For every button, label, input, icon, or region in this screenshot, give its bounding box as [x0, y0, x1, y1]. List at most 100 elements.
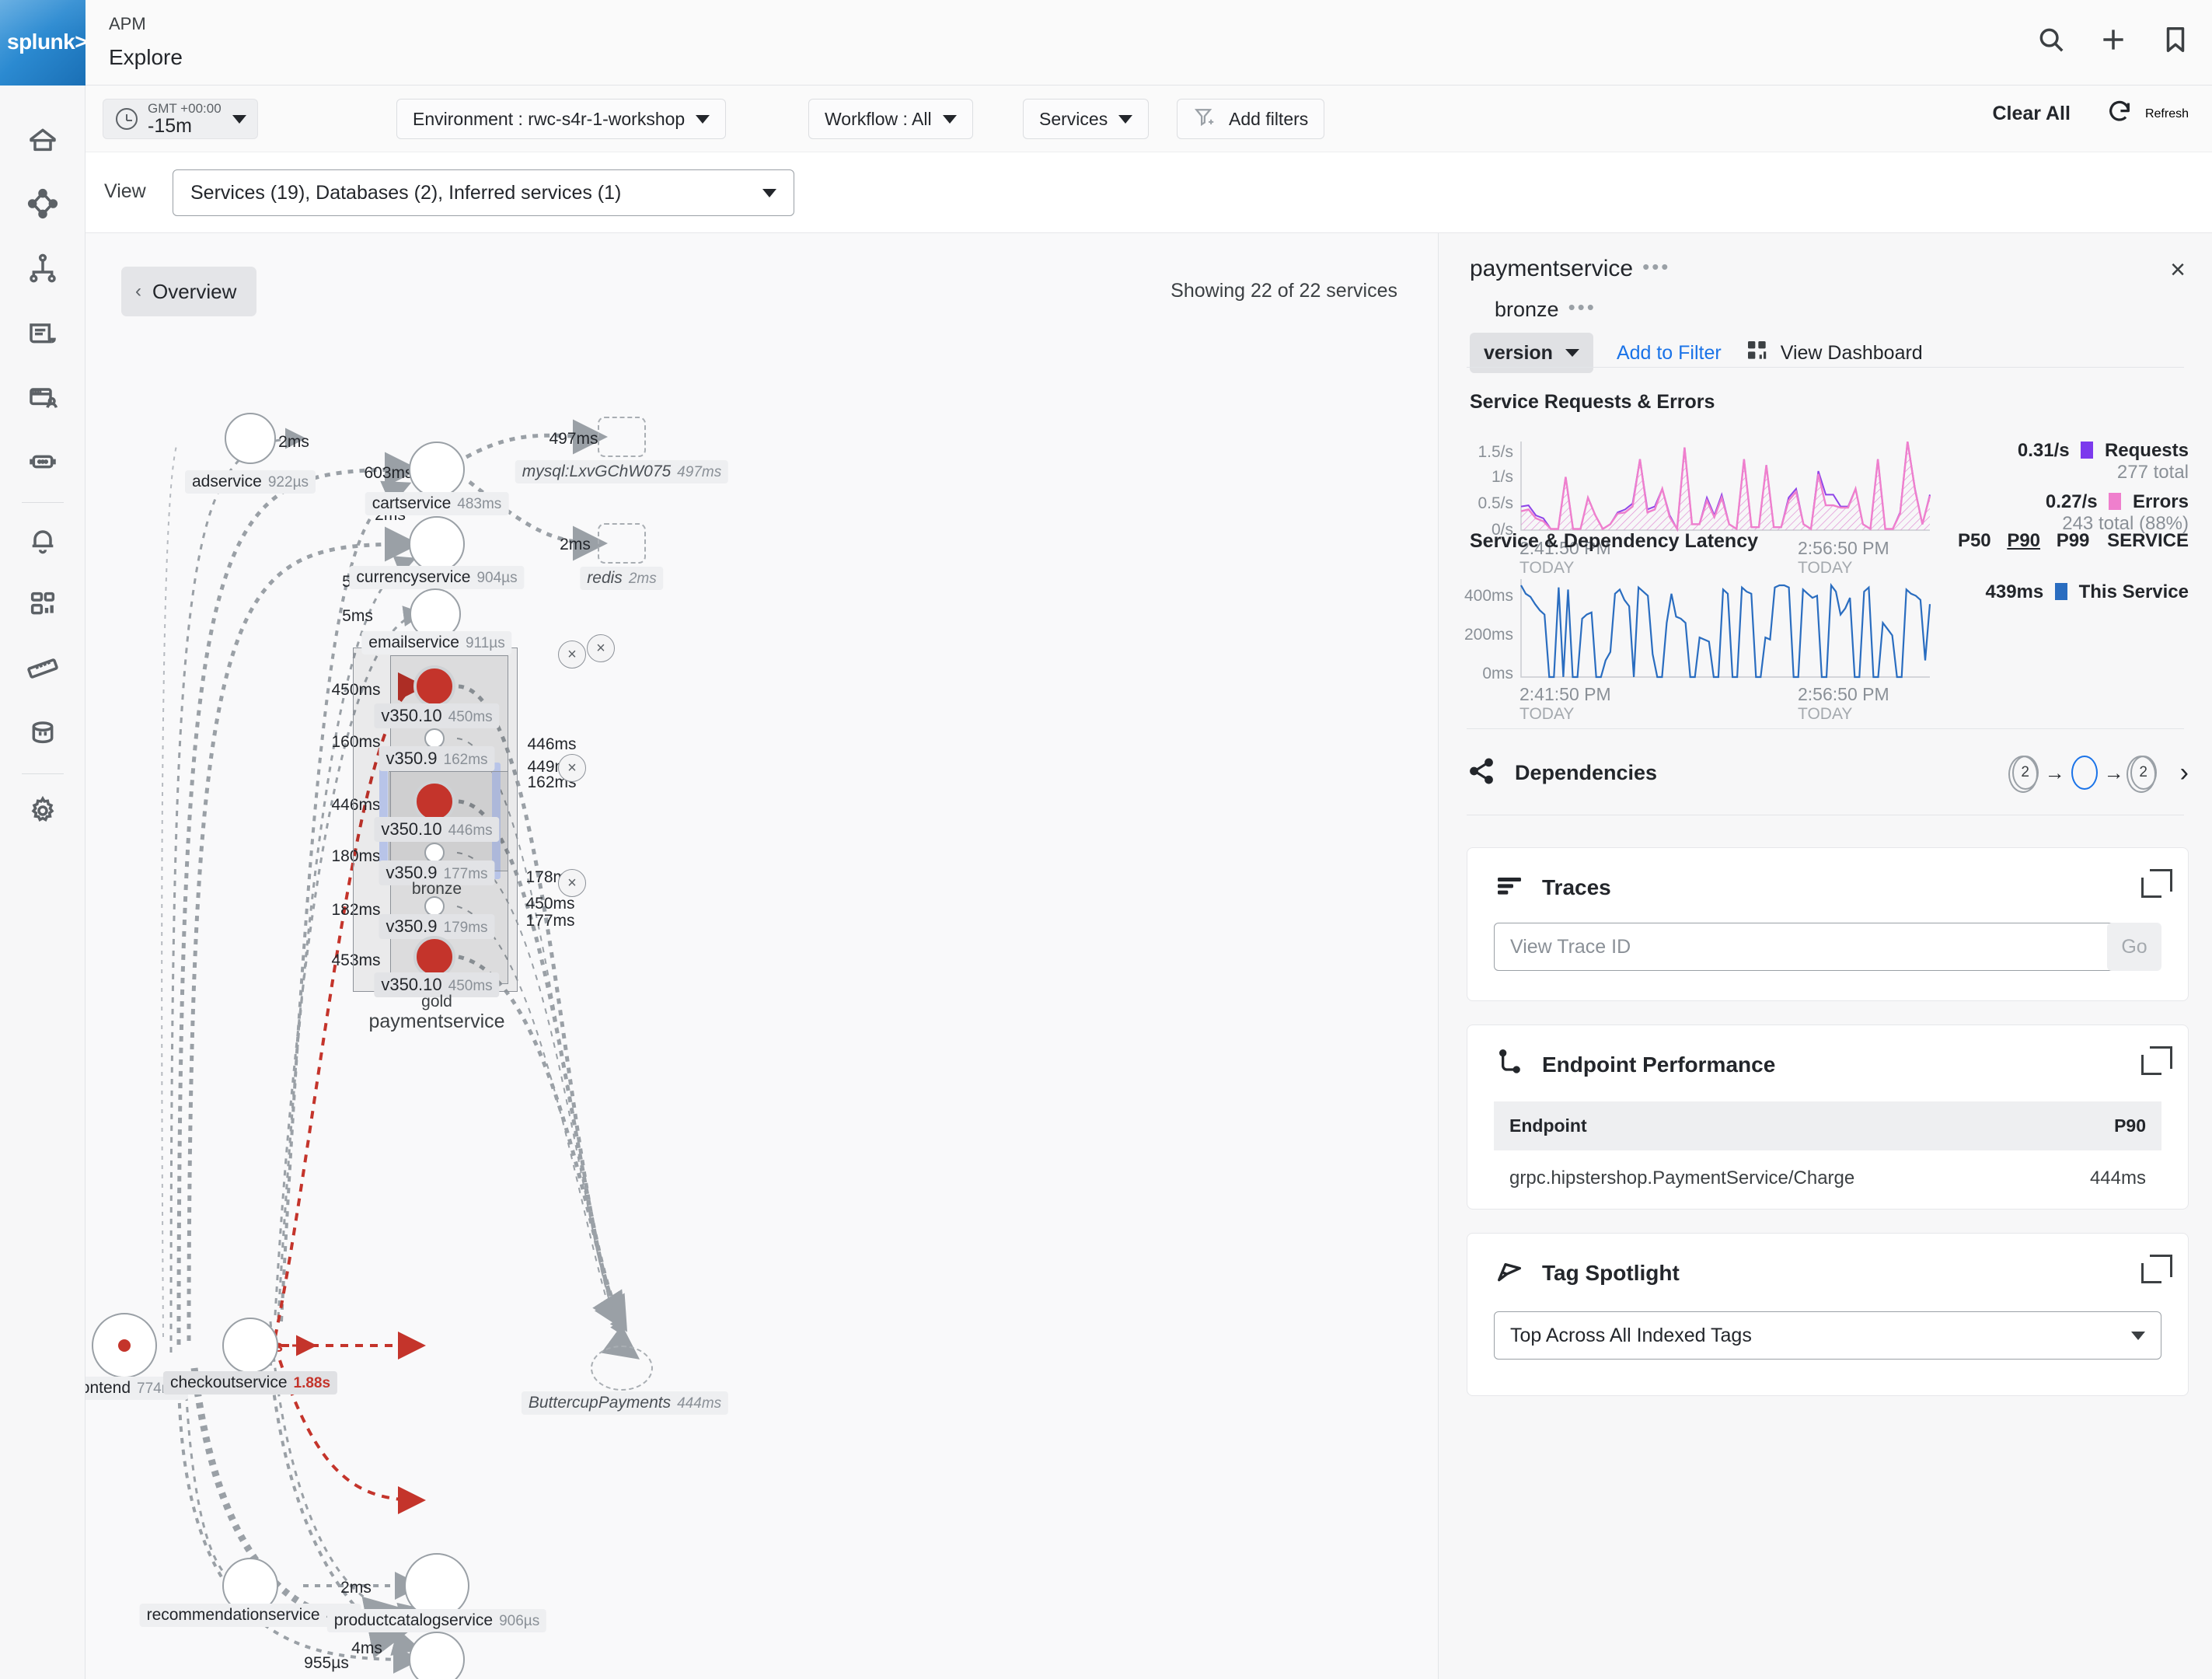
time-range-picker[interactable]: GMT +00:00 -15m [103, 99, 258, 139]
latency-legend-swatch [2054, 583, 2067, 600]
version-node-label: v350.10 450ms [374, 703, 500, 728]
expand-icon[interactable] [2141, 1254, 2172, 1283]
edge-label: 177ms [525, 912, 575, 930]
clear-all-button[interactable]: Clear All [1992, 103, 2071, 125]
services-filter[interactable]: Services [1023, 99, 1150, 139]
services-filter-label: Services [1039, 108, 1108, 129]
search-icon[interactable] [2036, 25, 2066, 58]
trace-id-input[interactable]: View Trace ID [1494, 923, 2121, 971]
panel-divider [1467, 367, 2184, 368]
sidebar-item-alerts[interactable] [0, 509, 85, 574]
settings-gear-icon [27, 795, 58, 830]
version-text: v350.9 [386, 916, 438, 936]
node-cartservice[interactable] [409, 442, 465, 497]
sidebar-item-synthetics[interactable] [0, 431, 85, 496]
column-header-p90[interactable]: P90 [2036, 1101, 2161, 1150]
requests-x-end: 2:56:50 PM TODAY [1798, 538, 1889, 578]
cluster-collapse-button[interactable]: × [558, 641, 586, 668]
clock-icon [116, 108, 138, 130]
service-map[interactable]: ‹ Overview Showing 22 of 22 services 2ms… [85, 233, 1438, 1679]
tag-spotlight-select[interactable]: Top Across All Indexed Tags [1494, 1311, 2161, 1360]
trace-go-button[interactable]: Go [2107, 923, 2161, 971]
node-label-cartservice: cartservice 483ms [365, 492, 509, 515]
requests-rate-value: 0.31/s [2017, 440, 2070, 461]
service-overflow-menu-icon[interactable]: ••• [1642, 255, 1670, 279]
sidebar-item-logs[interactable] [0, 302, 85, 367]
latency-legend: 439ms This Service [1986, 581, 2189, 603]
refresh-button[interactable]: Refresh [2106, 99, 2189, 129]
node-checkoutservice[interactable] [222, 1318, 278, 1374]
version-node[interactable] [413, 936, 455, 978]
version-text: v350.10 [381, 819, 442, 839]
sidebar-item-home[interactable] [0, 109, 85, 173]
arrow-right-icon: → [2103, 760, 2124, 784]
sidebar-item-settings[interactable] [0, 780, 85, 845]
node-label-currencyservice: currencyservice 904µs [349, 566, 525, 589]
chevron-down-icon [696, 114, 710, 124]
node-shippingservice[interactable] [409, 1632, 465, 1679]
cluster-collapse-button[interactable]: × [558, 754, 586, 782]
latency-x-end-day: TODAY [1798, 705, 1853, 723]
view-select[interactable]: Services (19), Databases (2), Inferred s… [173, 169, 794, 216]
sidebar-item-rum[interactable] [0, 367, 85, 431]
node-name: ButtercupPayments [528, 1394, 672, 1412]
left-nav-rail: splunk> [0, 0, 85, 1679]
node-redis[interactable] [598, 523, 646, 564]
environment-filter-label: Environment : rwc-s4r-1-workshop [413, 108, 686, 129]
edge-label: 2ms [560, 536, 591, 553]
view-dashboard-button[interactable]: View Dashboard [1745, 338, 1923, 368]
latency-chart-title: Service & Dependency Latency [1470, 530, 1758, 552]
version-latency: 446ms [448, 822, 493, 839]
dependencies-row[interactable]: Dependencies 2 → → 2 › [1467, 756, 2189, 793]
version-latency: 162ms [443, 752, 488, 768]
synthetics-icon [27, 446, 58, 481]
p99-button[interactable]: P99 [2057, 530, 2090, 551]
splunk-logo[interactable]: splunk> [0, 0, 85, 86]
node-currencyservice[interactable] [409, 516, 465, 572]
node-latency: 2ms [628, 571, 657, 587]
tag-spotlight-selected: Top Across All Indexed Tags [1510, 1324, 1752, 1346]
workflow-filter[interactable]: Workflow : All [808, 99, 973, 139]
view-select-value: Services (19), Databases (2), Inferred s… [190, 181, 622, 204]
tag-overflow-menu-icon[interactable]: ••• [1568, 295, 1596, 319]
expand-icon[interactable] [2141, 1045, 2172, 1075]
cluster-collapse-button[interactable]: × [587, 634, 615, 662]
add-filters-button[interactable]: Add filters [1177, 99, 1325, 139]
requests-y-tick: 0.5/s [1478, 494, 1513, 512]
version-node-label: v350.9 162ms [379, 746, 495, 771]
table-row[interactable]: grpc.hipstershop.PaymentService/Charge 4… [1494, 1150, 2161, 1206]
chevron-right-icon[interactable]: › [2180, 758, 2189, 788]
plus-icon[interactable] [2099, 25, 2128, 58]
node-frontend[interactable] [92, 1313, 157, 1378]
node-adservice[interactable] [225, 413, 276, 464]
dashboards-icon [27, 588, 58, 623]
latency-scope-label[interactable]: SERVICE [2107, 530, 2189, 551]
add-to-filter-link[interactable]: Add to Filter [1617, 342, 1722, 365]
sidebar-item-metrics[interactable] [0, 638, 85, 703]
latency-y-tick: 200ms [1464, 626, 1513, 644]
sidebar-item-dashboards[interactable] [0, 574, 85, 638]
dependencies-summary: 2 → → 2 › [2008, 756, 2189, 793]
apm-icon [27, 188, 58, 223]
inferred-node-shape [591, 1346, 653, 1391]
node-buttercuppayments[interactable] [591, 1346, 653, 1391]
time-zone-label: GMT +00:00 [148, 100, 222, 116]
environment-filter[interactable]: Environment : rwc-s4r-1-workshop [396, 99, 727, 139]
expand-icon[interactable] [2141, 868, 2172, 898]
p90-button[interactable]: P90 [2007, 530, 2040, 551]
cluster-collapse-button[interactable]: × [558, 869, 586, 897]
panel-service-text: paymentservice [1470, 256, 1634, 281]
sidebar-item-apm[interactable] [0, 173, 85, 238]
endpoint-icon [1494, 1047, 1525, 1082]
version-node[interactable] [413, 665, 455, 707]
column-header-endpoint[interactable]: Endpoint [1494, 1101, 2036, 1150]
node-mysql[interactable] [598, 417, 646, 457]
version-node[interactable] [413, 780, 455, 822]
dependencies-title: Dependencies [1515, 760, 1658, 784]
p50-button[interactable]: P50 [1958, 530, 1991, 551]
close-icon[interactable]: × [2170, 257, 2186, 283]
version-latency: 450ms [448, 709, 493, 725]
bookmark-icon[interactable] [2161, 25, 2190, 58]
sidebar-item-service-map[interactable] [0, 238, 85, 302]
sidebar-item-database[interactable] [0, 703, 85, 767]
